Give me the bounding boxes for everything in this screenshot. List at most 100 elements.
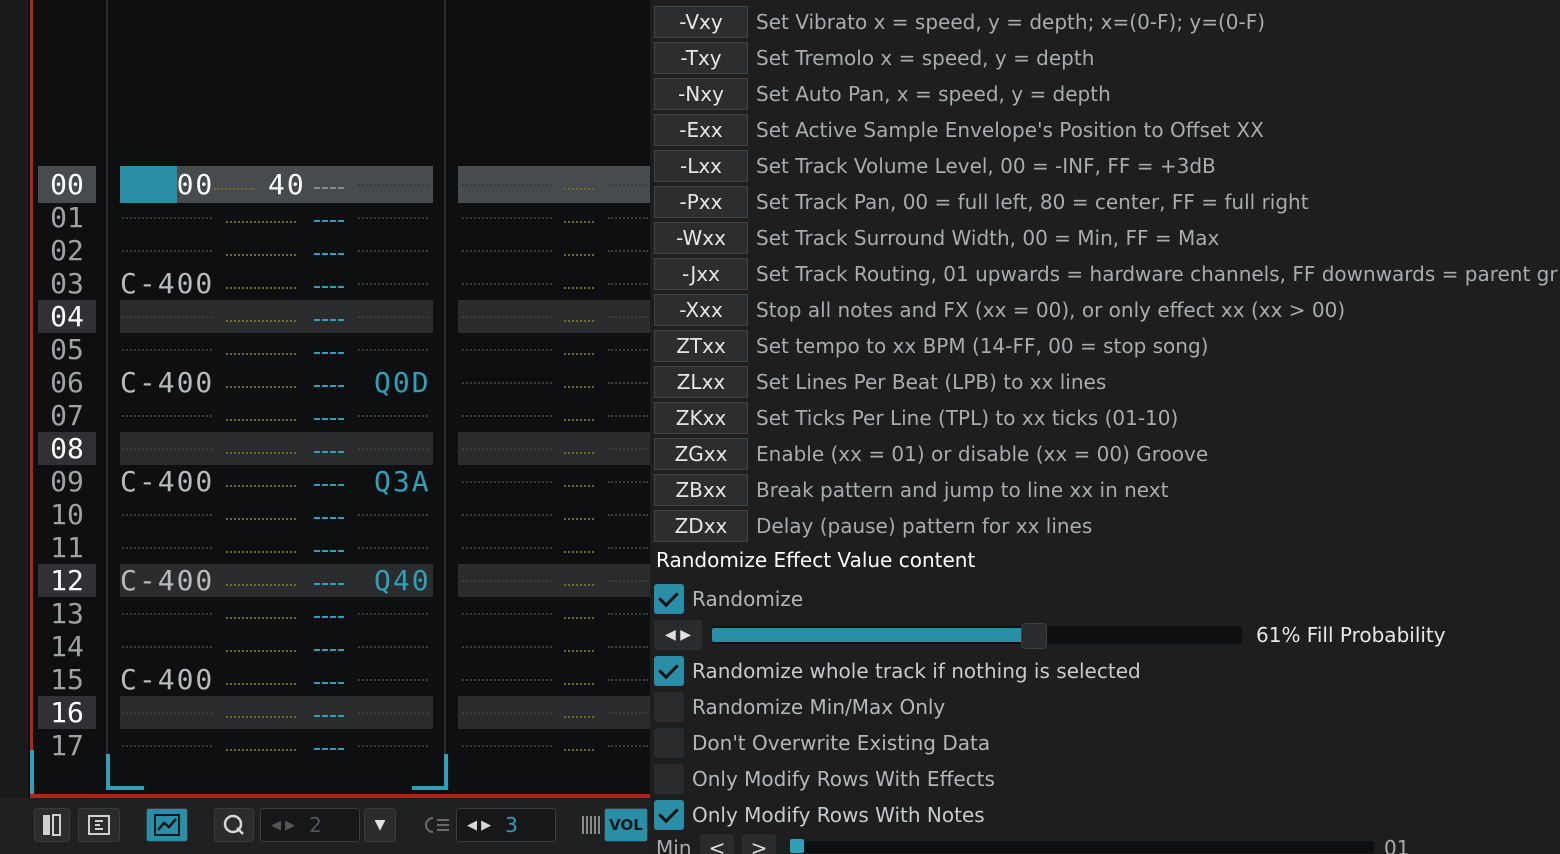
quantize-button[interactable]: [214, 808, 254, 842]
fill-probability-slider[interactable]: [712, 623, 1242, 649]
follow-player-button[interactable]: [420, 808, 454, 842]
option-checkbox[interactable]: [654, 728, 684, 758]
min-increment-button[interactable]: >: [742, 834, 776, 854]
note-cell[interactable]: C-400: [120, 465, 214, 498]
next-track-cell[interactable]: [462, 184, 552, 188]
vol-column-button[interactable]: VOL: [604, 808, 648, 842]
fill-probability-stepper[interactable]: ◀ ▶: [654, 620, 702, 650]
empty-note-cell[interactable]: [122, 547, 212, 551]
min-value-slider[interactable]: [790, 839, 1374, 853]
empty-note-cell[interactable]: [122, 316, 212, 320]
effect-command-button[interactable]: -Jxx: [654, 258, 748, 290]
effect-cell[interactable]: Q40: [374, 564, 431, 597]
keyboard-grid-button[interactable]: [578, 808, 602, 842]
next-track-cell[interactable]: [462, 283, 552, 287]
next-track-cell[interactable]: [462, 580, 552, 584]
next-track-cell[interactable]: [462, 382, 552, 386]
effect-command-button[interactable]: -Xxx: [654, 294, 748, 326]
pattern-row[interactable]: 09 C-400 Q3A: [38, 465, 650, 498]
pattern-row[interactable]: 14: [38, 630, 650, 663]
option-checkbox[interactable]: [654, 656, 684, 686]
next-track-cell[interactable]: [462, 415, 552, 419]
option-checkbox[interactable]: [654, 692, 684, 722]
option-checkbox[interactable]: [654, 800, 684, 830]
randomize-toggle-row[interactable]: Randomize: [654, 582, 1554, 616]
option-checkbox[interactable]: [654, 764, 684, 794]
effect-command-button[interactable]: ZBxx: [654, 474, 748, 506]
pattern-editor[interactable]: 00 C-400 40 010203 C-400 040506 C-400 Q0D 070809…: [0, 0, 650, 854]
pattern-row[interactable]: 15 C-400: [38, 663, 650, 696]
empty-note-cell[interactable]: [122, 613, 212, 617]
pattern-row[interactable]: 03 C-400: [38, 267, 650, 300]
pattern-row[interactable]: 07: [38, 399, 650, 432]
next-track-cell[interactable]: [462, 712, 552, 716]
effect-command-button[interactable]: ZTxx: [654, 330, 748, 362]
pattern-row[interactable]: 16: [38, 696, 650, 729]
effect-command-button[interactable]: ZGxx: [654, 438, 748, 470]
empty-note-cell[interactable]: [122, 646, 212, 650]
next-track-cell[interactable]: [462, 646, 552, 650]
next-track-cell[interactable]: [462, 250, 552, 254]
next-track-cell[interactable]: [462, 316, 552, 320]
note-cell[interactable]: C-400: [120, 663, 214, 696]
effect-command-button[interactable]: -Wxx: [654, 222, 748, 254]
effect-command-button[interactable]: ZDxx: [654, 510, 748, 542]
next-track-cell[interactable]: [462, 547, 552, 551]
randomize-option-row[interactable]: Only Modify Rows With Notes: [654, 798, 1554, 832]
empty-note-cell[interactable]: [122, 712, 212, 716]
empty-note-cell[interactable]: [122, 250, 212, 254]
effect-command-button[interactable]: ZKxx: [654, 402, 748, 434]
pattern-row[interactable]: 13: [38, 597, 650, 630]
note-cell[interactable]: C-400: [120, 366, 214, 399]
octave-stepper[interactable]: ◀ ▶ 3: [456, 808, 556, 842]
next-track-cell[interactable]: [462, 217, 552, 221]
next-track-cell[interactable]: [462, 349, 552, 353]
effect-command-button[interactable]: -Exx: [654, 114, 748, 146]
randomize-option-row[interactable]: Don't Overwrite Existing Data: [654, 726, 1554, 760]
empty-note-cell[interactable]: [122, 448, 212, 452]
next-track-cell[interactable]: [462, 481, 552, 485]
effect-command-button[interactable]: -Nxy: [654, 78, 748, 110]
empty-note-cell[interactable]: [122, 415, 212, 419]
randomize-option-row[interactable]: Only Modify Rows With Effects: [654, 762, 1554, 796]
empty-note-cell[interactable]: [122, 745, 212, 749]
randomize-checkbox[interactable]: [654, 584, 684, 614]
next-track-cell[interactable]: [462, 745, 552, 749]
effect-command-button[interactable]: -Lxx: [654, 150, 748, 182]
empty-note-cell[interactable]: [122, 514, 212, 518]
toggle-automation-button[interactable]: [146, 808, 188, 842]
note-cell[interactable]: C-400: [120, 267, 214, 300]
pattern-row[interactable]: 10: [38, 498, 650, 531]
fill-probability-handle[interactable]: [1021, 623, 1047, 649]
effect-command-button[interactable]: -Txy: [654, 42, 748, 74]
pattern-row[interactable]: 08: [38, 432, 650, 465]
empty-note-cell[interactable]: [122, 349, 212, 353]
effect-command-button[interactable]: -Pxx: [654, 186, 748, 218]
next-track-cell[interactable]: [462, 448, 552, 452]
next-track-cell[interactable]: [462, 514, 552, 518]
pattern-row[interactable]: 11: [38, 531, 650, 564]
toggle-track-scopes-button[interactable]: [34, 808, 70, 842]
pattern-row[interactable]: 06 C-400 Q0D: [38, 366, 650, 399]
effect-command-button[interactable]: -Vxy: [654, 6, 748, 38]
pattern-row[interactable]: 01: [38, 201, 650, 234]
effect-command-button[interactable]: ZLxx: [654, 366, 748, 398]
empty-note-cell[interactable]: [122, 217, 212, 221]
effect-cell[interactable]: Q0D: [374, 366, 431, 399]
pattern-row[interactable]: 12 C-400 Q40: [38, 564, 650, 597]
note-cell[interactable]: C-400: [120, 564, 214, 597]
randomize-option-row[interactable]: Randomize whole track if nothing is sele…: [654, 654, 1554, 688]
next-track-cell[interactable]: [462, 679, 552, 683]
pattern-row[interactable]: 04: [38, 300, 650, 333]
min-decrement-button[interactable]: <: [700, 834, 734, 854]
toggle-advanced-edit-button[interactable]: [78, 808, 120, 842]
volume-cell[interactable]: 40: [268, 168, 306, 201]
randomize-option-row[interactable]: Randomize Min/Max Only: [654, 690, 1554, 724]
pattern-row[interactable]: 02: [38, 234, 650, 267]
effect-cell[interactable]: Q3A: [374, 465, 431, 498]
min-value-handle[interactable]: [790, 839, 804, 853]
edit-step-stepper[interactable]: ◀ ▶ 2: [260, 808, 360, 842]
pattern-row[interactable]: 05: [38, 333, 650, 366]
next-track-cell[interactable]: [462, 613, 552, 617]
edit-step-dropdown[interactable]: ▼: [364, 808, 396, 842]
